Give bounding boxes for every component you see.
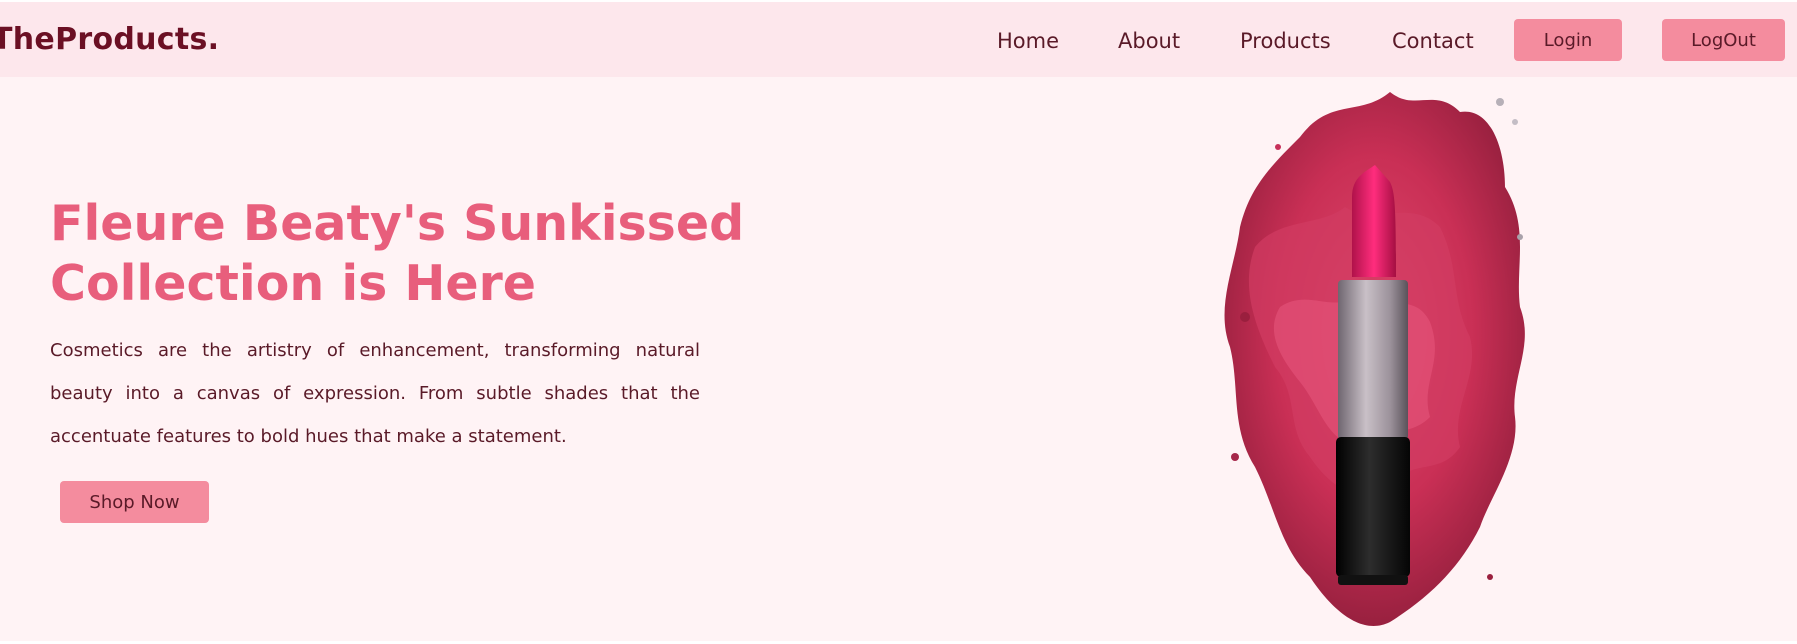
lipstick-splash-image	[1224, 92, 1525, 626]
hero-section: Fleure Beaty's Sunkissed Collection is H…	[0, 77, 1797, 641]
nav-link-contact[interactable]: Contact	[1392, 29, 1474, 53]
brand-logo[interactable]: TheProducts.	[0, 22, 219, 57]
nav-link-about[interactable]: About	[1118, 29, 1180, 53]
logout-button[interactable]: LogOut	[1662, 19, 1785, 61]
nav-link-products[interactable]: Products	[1240, 29, 1331, 53]
login-button[interactable]: Login	[1514, 19, 1622, 61]
shop-now-button[interactable]: Shop Now	[60, 481, 209, 523]
nav-link-home[interactable]: Home	[997, 29, 1059, 53]
hero-description: Cosmetics are the artistry of enhancemen…	[50, 340, 700, 447]
hero-headline: Fleure Beaty's Sunkissed Collection is H…	[50, 195, 745, 312]
navbar: TheProducts. Home About Products Contact…	[0, 2, 1797, 77]
